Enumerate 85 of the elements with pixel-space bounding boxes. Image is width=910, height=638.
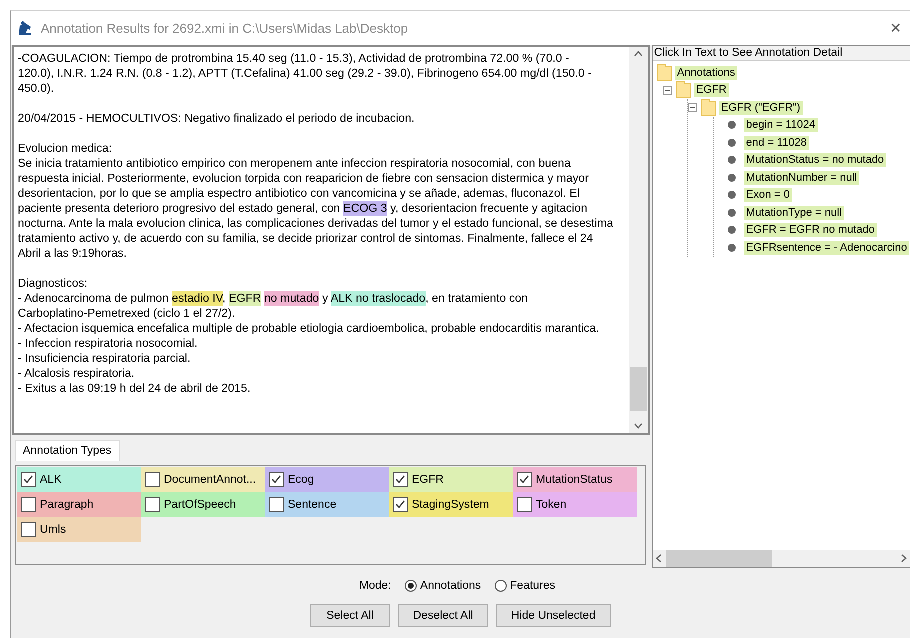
text-line: -COAGULACION: Tiempo de protrombina 15.40 seg (11.0 - 15.3), Actividad de protrombina 72.00 % (70.0 - <box>18 51 570 66</box>
checkbox-label[interactable]: ALK <box>40 474 62 486</box>
tree-item[interactable]: MutationType = null <box>744 206 844 220</box>
scrollbar-thumb[interactable] <box>666 550 772 567</box>
text-line: Abril a las 9:19horas. <box>18 246 128 261</box>
close-button[interactable]: ✕ <box>882 20 910 36</box>
checkbox[interactable] <box>269 497 284 512</box>
folder-icon <box>676 81 692 100</box>
checkbox[interactable] <box>517 497 532 512</box>
checkbox[interactable] <box>21 497 36 512</box>
checkbox[interactable] <box>517 472 532 487</box>
tree-item[interactable]: MutationStatus = no mutado <box>744 153 886 168</box>
bullet-icon <box>728 208 736 217</box>
bullet-icon <box>728 138 736 147</box>
checkbox[interactable] <box>145 472 160 487</box>
text-line: paciente presenta deterioro progresivo del estado general, con ECOG 3 y, desorientacion frecuente y agitacion <box>18 201 589 216</box>
collapse-icon[interactable] <box>663 86 672 95</box>
scroll-down-icon[interactable] <box>634 423 644 429</box>
checkbox-label[interactable]: EGFR <box>412 474 444 486</box>
checkbox-label[interactable]: DocumentAnnot... <box>164 474 256 486</box>
text-line: Diagnosticos: <box>18 276 89 291</box>
collapse-icon[interactable] <box>688 103 698 112</box>
microscope-icon <box>17 20 33 36</box>
tree-item[interactable]: EGFR ("EGFR") <box>719 100 803 115</box>
checkbox-label[interactable]: Umls <box>40 524 66 536</box>
scrollbar-thumb[interactable] <box>630 367 648 411</box>
text-line: - Exitus a las 09:19 h del 24 de abril de 2015. <box>18 381 252 396</box>
text-line: Se inicia tratamiento antibiotico empirico con meropenem ante infeccion respiratoria nosocomial, con buena <box>18 156 572 171</box>
checkbox-label[interactable]: Paragraph <box>40 498 94 510</box>
checkbox[interactable] <box>393 472 408 487</box>
bullet-icon <box>728 191 736 200</box>
checkbox-label[interactable]: StagingSystem <box>412 498 490 510</box>
tree-item[interactable]: end = 11028 <box>744 136 809 150</box>
text-line: - Infeccion respiratoria nosocomial. <box>18 336 199 351</box>
text-line: Carboplatino-Pemetrexed (ciclo 1 el 27/2). <box>18 306 236 321</box>
text-line: tratamiento activo y, de acuerdo con su familia, se decide priorizar control de sintomas. Finalmente, fallece el 24 <box>18 231 594 246</box>
tree-item[interactable]: Exon = 0 <box>744 188 792 202</box>
checkbox[interactable] <box>269 472 284 487</box>
tree-item[interactable]: EGFR <box>694 83 729 98</box>
scroll-right-icon[interactable] <box>901 554 907 563</box>
tab[interactable]: Annotation Types <box>15 440 120 461</box>
checkbox[interactable] <box>393 497 408 512</box>
text-line: 450.0). <box>18 81 56 96</box>
tree-item[interactable]: MutationNumber = null <box>744 170 860 185</box>
mode-label: Mode: <box>359 580 392 592</box>
bullet-icon <box>728 244 736 252</box>
text-line: - Adenocarcinoma de pulmon estadio IV, EGFR no mutado y ALK no traslocado, en tratamiento con <box>18 291 530 306</box>
scroll-up-icon[interactable] <box>634 51 644 57</box>
text-line: - Afectacion isquemica encefalica multiple de probable etiologia cardioembolica, probable endocarditis marantica. <box>18 321 600 336</box>
tree-item[interactable]: EGFR = EGFR no mutado <box>744 223 877 238</box>
radio-button[interactable]: Features <box>495 580 556 592</box>
checkbox-label[interactable]: PartOfSpeech <box>164 498 236 510</box>
tree-item[interactable]: EGFRsentence = - Adenocarcino <box>744 240 910 255</box>
folder-icon <box>701 98 718 117</box>
text-line: - Alcalosis respiratoria. <box>18 366 136 381</box>
bullet-icon <box>728 174 736 182</box>
text-line: Evolucion medica: <box>18 141 114 156</box>
bullet-icon <box>728 121 736 130</box>
text-line: 20/04/2015 - HEMOCULTIVOS: Negativo finalizado el periodo de incubacion. <box>18 111 416 126</box>
text-line: 120.0), I.N.R. 1.24 R.N. (0.8 - 1.2), APTT (T.Cefalina) 41.00 seg (29.2 - 39.0), Fibrinogeno 654.00 mg/dl (150.0 - <box>18 66 593 81</box>
tree-item[interactable]: Annotations <box>675 66 738 80</box>
text-line: - Insuficiencia respiratoria parcial. <box>18 351 192 366</box>
checkbox-label[interactable]: Ecog <box>288 474 314 486</box>
text-line: nocturna. Ante la mala evolucion clinica, las complicaciones derivadas del tumor y el estado funcional, se desestima <box>18 216 614 231</box>
button[interactable]: Hide Unselected <box>496 604 611 627</box>
text-line: desorientacion, por lo que se amplia espectro antibiotico con vancomicina y se añade, ademas, fluconazol. El <box>18 186 581 201</box>
button[interactable]: Deselect All <box>398 604 488 627</box>
radio-button[interactable]: Annotations <box>405 580 482 592</box>
checkbox-label[interactable]: MutationStatus <box>536 474 613 486</box>
bullet-icon <box>728 156 736 164</box>
panel-header: Click In Text to See Annotation Detail <box>653 46 910 61</box>
window-title: Annotation Results for 2692.xmi in C:\Users\Midas Lab\Desktop <box>41 20 410 36</box>
scroll-left-icon[interactable] <box>656 554 662 563</box>
vertical-scrollbar[interactable] <box>629 47 648 433</box>
bullet-icon <box>728 226 736 234</box>
horizontal-scrollbar[interactable] <box>653 550 910 567</box>
button[interactable]: Select All <box>310 604 390 627</box>
text-line: respuesta inicial. Posteriormente, evolucion torpida con reaparicion de fiebre con sensacion distermica y mayor <box>18 171 590 186</box>
tree-item[interactable]: begin = 11024 <box>744 118 818 132</box>
checkbox-label[interactable]: Token <box>536 498 567 510</box>
checkbox[interactable] <box>21 472 36 487</box>
checkbox[interactable] <box>21 522 36 537</box>
checkbox[interactable] <box>145 497 160 512</box>
folder-icon <box>657 64 674 82</box>
checkbox-label[interactable]: Sentence <box>288 498 337 510</box>
